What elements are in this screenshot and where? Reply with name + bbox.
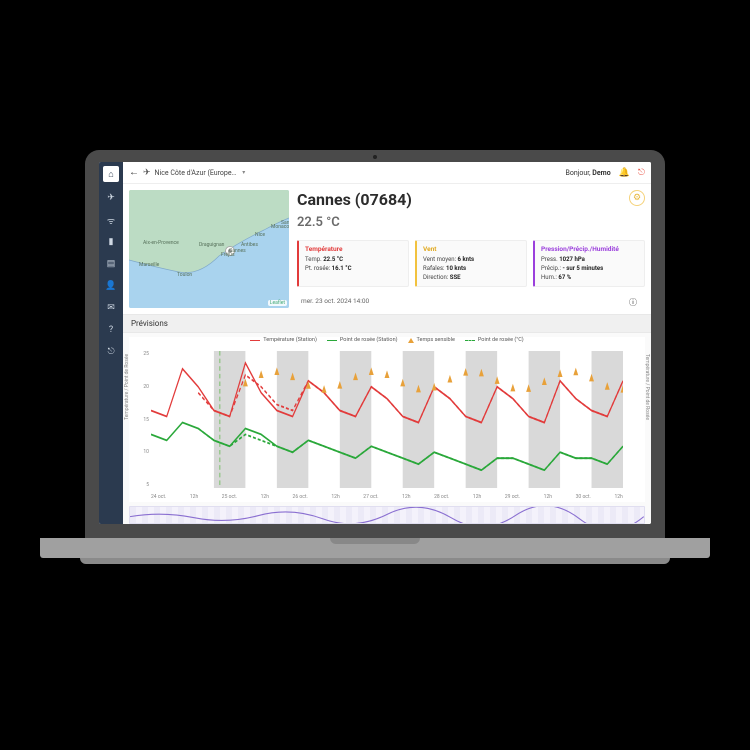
laptop-mockup: ⌂ ✈ ᯤ ▮ ▤ 👤 ✉? ⎋ ← ✈ Nice Côte d'Azur (Europe… … xyxy=(85,150,665,558)
card-row: Rafales: 10 knts xyxy=(423,265,520,274)
secondary-chart-strip[interactable] xyxy=(129,506,645,524)
camera-dot xyxy=(373,155,377,159)
map-label: Nice xyxy=(255,232,265,238)
card-row: Pt. rosée: 16.1 °C xyxy=(305,265,402,274)
card-row: Vent moyen: 6 knts xyxy=(423,256,520,265)
map-label: Aix-en-Provence xyxy=(143,240,179,246)
sidebar: ⌂ ✈ ᯤ ▮ ▤ 👤 ✉? ⎋ xyxy=(99,162,123,524)
back-button[interactable]: ← xyxy=(129,167,139,178)
map-attribution: Leaflet xyxy=(268,300,287,306)
map-label: Draguignan xyxy=(199,242,224,248)
trackpad-notch xyxy=(330,538,420,544)
greeting: Bonjour, Demo xyxy=(565,169,610,177)
map-label: San Remo xyxy=(281,220,289,226)
card-row: Temp. 22.5 °C xyxy=(305,256,402,265)
chevron-down-icon[interactable]: ▾ xyxy=(242,169,245,176)
chart-plot: 252015105 24 oct.12h25 oct.12h26 oct.12h… xyxy=(151,351,623,488)
map-label: Marseille xyxy=(139,262,159,268)
plane-icon: ✈ xyxy=(143,168,151,178)
location-map[interactable]: Leaflet Aix-en-ProvenceMarseilleToulonFr… xyxy=(129,190,289,308)
plane-icon[interactable]: ✈ xyxy=(105,192,117,204)
legend-item: Point de rosée (°C) xyxy=(465,337,524,343)
settings-button[interactable]: ⚙ xyxy=(629,190,645,206)
chart-legend: Température (Station) Point de rosée (Sta… xyxy=(129,337,645,343)
hero: Leaflet Aix-en-ProvenceMarseilleToulonFr… xyxy=(123,184,651,314)
notifications-icon[interactable]: 🔔 xyxy=(619,168,630,178)
wifi-icon[interactable]: ᯤ xyxy=(105,214,117,226)
forecast-chart[interactable]: Température (Station) Point de rosée (Sta… xyxy=(129,337,645,502)
location-selector[interactable]: Nice Côte d'Azur (Europe… xyxy=(155,169,237,177)
station-temp: 22.5 °C xyxy=(297,215,645,230)
book-icon[interactable]: ▤ xyxy=(105,258,117,270)
map-label: Cannes xyxy=(229,248,246,254)
home-icon[interactable]: ⌂ xyxy=(103,166,119,182)
main-panel: ← ✈ Nice Côte d'Azur (Europe… ▾ Bonjour,… xyxy=(123,162,651,524)
card-wind: Vent Vent moyen: 6 kntsRafales: 10 kntsD… xyxy=(415,240,527,287)
logout-icon[interactable]: ⎋ xyxy=(638,168,645,178)
app-screen: ⌂ ✈ ᯤ ▮ ▤ 👤 ✉? ⎋ ← ✈ Nice Côte d'Azur (Europe… … xyxy=(99,162,651,524)
card-row: Direction: SSE xyxy=(423,274,520,283)
legend-item: Point de rosée (Station) xyxy=(327,337,398,343)
battery-icon[interactable]: ▮ xyxy=(105,236,117,248)
y-axis-label-left: Température / Point de Rosée xyxy=(124,353,130,419)
card-row: Précip.: - sur 5 minutes xyxy=(541,265,638,274)
station-title: Cannes (07684) xyxy=(297,190,645,209)
card-row: Press. 1027 hPa xyxy=(541,256,638,265)
user-icon[interactable]: 👤 xyxy=(105,280,117,292)
help-icon[interactable]: ? xyxy=(105,324,117,336)
map-label: Toulon xyxy=(177,272,192,278)
card-pressure: Pression/Précip./Humidité Press. 1027 hP… xyxy=(533,240,645,287)
card-row: Hum.: 67 % xyxy=(541,274,638,283)
legend-item: Température (Station) xyxy=(250,337,317,343)
laptop-base xyxy=(40,538,710,558)
section-header-forecast: Prévisions xyxy=(123,314,651,333)
screen-bezel: ⌂ ✈ ᯤ ▮ ▤ 👤 ✉? ⎋ ← ✈ Nice Côte d'Azur (Europe… … xyxy=(85,150,665,538)
legend-item: Temps sensible xyxy=(408,337,455,343)
card-temperature: Température Temp. 22.5 °CPt. rosée: 16.1… xyxy=(297,240,409,287)
timestamp-row: mer. 23 oct. 2024 14:00 ⓘ xyxy=(301,297,645,305)
data-timestamp: mer. 23 oct. 2024 14:00 xyxy=(301,297,369,305)
topbar: ← ✈ Nice Côte d'Azur (Europe… ▾ Bonjour,… xyxy=(123,162,651,184)
chart-x-axis: 24 oct.12h25 oct.12h26 oct.12h27 oct.12h… xyxy=(151,494,623,500)
info-icon[interactable]: ⓘ xyxy=(629,297,637,308)
y-axis-label-right: Température / Point de Rosée xyxy=(644,353,650,419)
mail-icon[interactable]: ✉ xyxy=(105,302,117,314)
summary-cards: Température Temp. 22.5 °CPt. rosée: 16.1… xyxy=(297,240,645,287)
exit-icon[interactable]: ⎋ xyxy=(105,346,117,358)
